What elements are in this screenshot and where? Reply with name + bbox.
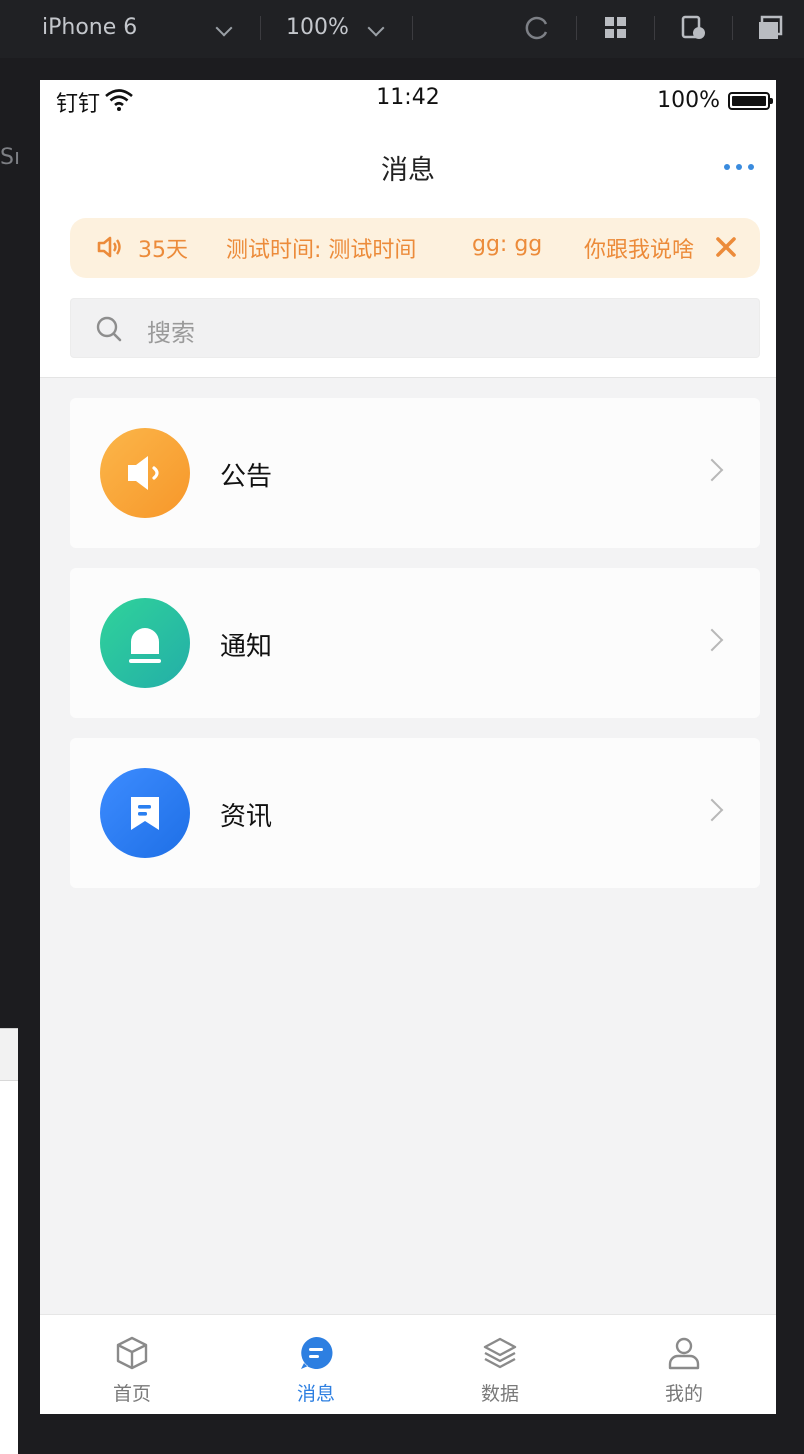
- tab-home[interactable]: 首页: [40, 1315, 224, 1414]
- battery-percentage: 100%: [657, 88, 720, 113]
- more-options-icon[interactable]: [724, 164, 754, 170]
- notice-bar[interactable]: 35天 测试时间: 测试时间 gg: gg 你跟我说啥: [70, 218, 760, 278]
- list-item-news[interactable]: 资讯: [70, 738, 760, 888]
- news-avatar: [100, 768, 190, 858]
- speaker-icon: [97, 236, 121, 258]
- chevron-right-icon: [700, 458, 724, 482]
- notification-avatar: [100, 598, 190, 688]
- close-icon[interactable]: [714, 235, 738, 259]
- search-icon: [96, 316, 122, 342]
- device-chevron-down-icon[interactable]: [215, 19, 233, 37]
- toolbar-divider: [654, 16, 655, 40]
- toolbar-divider: [260, 16, 261, 40]
- notice-marquee: 35天 测试时间: 测试时间 gg: gg 你跟我说啥: [134, 218, 714, 278]
- layers-icon: [483, 1337, 517, 1369]
- toolbar-divider: [412, 16, 413, 40]
- grid-icon[interactable]: [602, 14, 630, 42]
- notice-item: 测试时间: 测试时间: [226, 238, 417, 263]
- notice-item: 35天: [138, 238, 188, 263]
- chat-bubble-icon: [301, 1336, 333, 1369]
- notice-item: 你跟我说啥: [584, 238, 695, 263]
- tab-data[interactable]: 数据: [408, 1315, 592, 1414]
- phone-viewport: 钉钉 11:42 100% 消息 35天 测试时间: 测试时间 gg: gg 你…: [40, 80, 776, 1414]
- tab-bar: 首页 消息 数据 我的: [40, 1314, 776, 1414]
- bookmark-note-icon: [131, 797, 159, 830]
- window-icon[interactable]: [756, 14, 784, 42]
- navigation-bar: 消息: [40, 120, 776, 210]
- list-item-notification[interactable]: 通知: [70, 568, 760, 718]
- tab-label: 消息: [296, 1383, 335, 1405]
- chevron-right-icon: [700, 628, 724, 652]
- list-item-label: 通知: [220, 632, 273, 662]
- list-item-label: 资讯: [220, 802, 273, 832]
- device-select[interactable]: iPhone 6: [42, 14, 137, 42]
- toolbar-divider: [732, 16, 733, 40]
- search-placeholder: 搜索: [147, 319, 195, 347]
- tab-messages[interactable]: 消息: [224, 1315, 408, 1414]
- tab-label: 首页: [112, 1383, 151, 1405]
- list-item-announcement[interactable]: 公告: [70, 398, 760, 548]
- cube-icon: [116, 1336, 148, 1370]
- throttle-icon[interactable]: [680, 14, 708, 42]
- zoom-chevron-down-icon[interactable]: [367, 19, 385, 37]
- tab-label: 我的: [664, 1383, 703, 1405]
- background-panel: [0, 1028, 18, 1454]
- battery-icon: [728, 92, 773, 110]
- background-panel-text: Sı: [0, 145, 21, 170]
- megaphone-icon: [128, 456, 159, 490]
- chevron-right-icon: [700, 798, 724, 822]
- tab-profile[interactable]: 我的: [592, 1315, 776, 1414]
- notice-bar-container: 35天 测试时间: 测试时间 gg: gg 你跟我说啥: [40, 210, 776, 288]
- status-bar: 钉钉 11:42 100%: [40, 80, 776, 120]
- search-container: 搜索: [40, 288, 776, 378]
- page-title: 消息: [381, 155, 435, 186]
- notice-item: gg: gg: [472, 232, 543, 257]
- announcement-avatar: [100, 428, 190, 518]
- toolbar-divider: [576, 16, 577, 40]
- list-item-label: 公告: [220, 462, 273, 492]
- devtools-device-toolbar: iPhone 6 100%: [0, 0, 804, 58]
- rotate-icon[interactable]: [524, 14, 552, 42]
- user-icon: [668, 1337, 700, 1370]
- bell-icon: [129, 628, 161, 663]
- zoom-select[interactable]: 100%: [286, 14, 349, 42]
- tab-label: 数据: [480, 1383, 519, 1405]
- search-input[interactable]: 搜索: [70, 298, 760, 358]
